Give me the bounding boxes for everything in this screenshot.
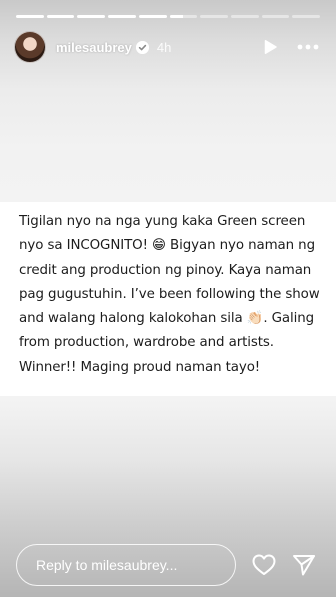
progress-segment xyxy=(200,15,228,18)
progress-segment xyxy=(292,15,321,18)
story-header: milesaubrey 4h xyxy=(14,30,322,64)
play-icon xyxy=(264,40,277,54)
heart-icon xyxy=(252,554,276,575)
like-button[interactable] xyxy=(248,549,280,581)
story-text: Tigilan nyo na nga yung kaka Green scree… xyxy=(19,214,320,375)
play-button[interactable] xyxy=(256,33,284,61)
progress-segment xyxy=(230,15,259,18)
avatar[interactable] xyxy=(14,31,46,63)
progress-segment xyxy=(77,15,106,18)
story-text-card: Tigilan nyo na nga yung kaka Green scree… xyxy=(0,202,336,396)
more-options-icon xyxy=(297,44,319,50)
send-icon xyxy=(293,555,316,576)
progress-segment xyxy=(261,15,290,18)
send-button[interactable] xyxy=(288,549,320,581)
more-options-button[interactable] xyxy=(294,33,322,61)
progress-segment xyxy=(16,15,44,18)
progress-segment xyxy=(138,15,167,18)
story-footer xyxy=(16,544,320,586)
verified-badge-icon xyxy=(135,40,149,54)
username[interactable]: milesaubrey xyxy=(56,40,132,55)
progress-segment xyxy=(46,15,75,18)
reply-input[interactable] xyxy=(16,544,237,586)
time-ago: 4h xyxy=(156,39,172,55)
story-view: milesaubrey 4h Tigilan nyo na nga yung k… xyxy=(0,0,336,597)
progress-segment xyxy=(169,15,198,18)
story-progress-bar xyxy=(16,15,321,18)
progress-segment xyxy=(108,15,136,18)
